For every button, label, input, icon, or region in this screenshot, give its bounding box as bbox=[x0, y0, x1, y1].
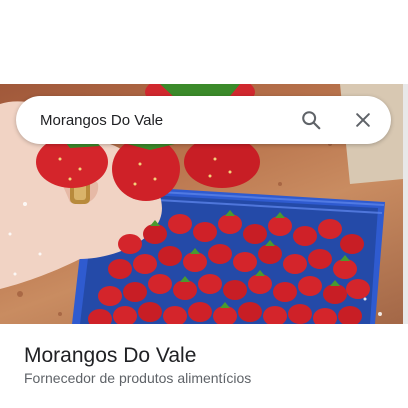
scroll-edge bbox=[403, 84, 408, 324]
search-input[interactable]: Morangos Do Vale bbox=[40, 112, 291, 129]
place-title[interactable]: Morangos Do Vale bbox=[24, 344, 196, 368]
place-category: Fornecedor de produtos alimentícios bbox=[24, 370, 252, 386]
place-info-panel: Morangos Do Vale Fornecedor de produtos … bbox=[0, 324, 408, 408]
close-icon[interactable] bbox=[343, 100, 383, 140]
search-icon[interactable] bbox=[291, 100, 331, 140]
search-bar[interactable]: Morangos Do Vale bbox=[16, 96, 391, 144]
